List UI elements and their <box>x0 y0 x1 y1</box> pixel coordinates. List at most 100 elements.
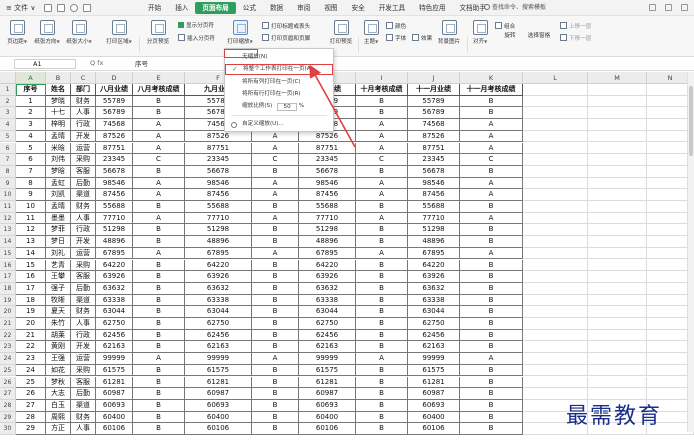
table-header-cell[interactable]: 姓名 <box>46 84 71 96</box>
table-cell[interactable]: B <box>356 165 408 178</box>
table-cell[interactable] <box>588 271 647 283</box>
tab-2[interactable]: 页面布局 <box>195 2 236 14</box>
table-cell[interactable]: 87751 <box>185 142 252 155</box>
table-cell[interactable]: B <box>356 259 408 272</box>
table-cell[interactable]: B <box>133 165 185 178</box>
table-cell[interactable]: B <box>460 224 523 237</box>
row-header[interactable]: 10 <box>0 189 16 201</box>
table-cell[interactable]: 29 <box>16 423 46 435</box>
print-titles-button[interactable]: 打印标题或表头 <box>262 22 310 32</box>
row-header[interactable]: 15 <box>0 247 16 260</box>
table-cell[interactable] <box>523 259 588 272</box>
table-cell[interactable]: 87526 <box>408 130 460 143</box>
table-cell[interactable]: B <box>133 411 185 424</box>
table-cell[interactable]: 人事 <box>71 107 96 120</box>
table-cell[interactable]: C <box>252 154 299 166</box>
table-cell[interactable]: A <box>356 353 408 365</box>
table-cell[interactable] <box>523 247 588 260</box>
table-cell[interactable]: B <box>133 294 185 307</box>
table-cell[interactable]: B <box>356 306 408 318</box>
redo-icon[interactable] <box>83 4 91 12</box>
table-cell[interactable]: 采购 <box>71 259 96 272</box>
table-cell[interactable]: B <box>133 306 185 318</box>
table-cell[interactable]: B <box>133 271 185 283</box>
table-cell[interactable] <box>523 364 588 377</box>
tab-1[interactable]: 插入 <box>168 2 195 14</box>
background-image-button[interactable]: 背景图片 <box>434 20 464 45</box>
table-cell[interactable]: B <box>133 423 185 435</box>
row-header[interactable]: 22 <box>0 329 16 342</box>
table-cell[interactable]: B <box>252 236 299 248</box>
table-cell[interactable]: A <box>356 177 408 190</box>
table-cell[interactable]: 3 <box>16 119 46 131</box>
table-cell[interactable] <box>523 376 588 389</box>
vertical-scrollbar[interactable] <box>687 72 694 432</box>
table-cell[interactable]: 王强 <box>46 353 71 365</box>
table-cell[interactable]: 98546 <box>299 177 356 190</box>
table-cell[interactable]: B <box>460 411 523 424</box>
table-cell[interactable]: 63926 <box>185 271 252 283</box>
column-header-J[interactable]: J <box>408 72 460 84</box>
table-cell[interactable]: 56678 <box>299 165 356 178</box>
table-cell[interactable]: B <box>356 411 408 424</box>
table-cell[interactable]: 15 <box>16 259 46 272</box>
column-header-K[interactable]: K <box>460 72 523 84</box>
table-cell[interactable]: 60987 <box>408 388 460 400</box>
table-cell[interactable]: 27 <box>16 399 46 412</box>
table-cell[interactable]: B <box>356 271 408 283</box>
table-cell[interactable]: 63044 <box>185 306 252 318</box>
table-header-cell[interactable]: 序号 <box>16 84 46 96</box>
scrollbar-thumb[interactable] <box>689 86 693 156</box>
table-cell[interactable] <box>523 119 588 131</box>
table-cell[interactable]: 87526 <box>299 130 356 143</box>
tab-6[interactable]: 视图 <box>317 2 344 14</box>
table-cell[interactable]: B <box>460 294 523 307</box>
table-cell[interactable]: 梦秋 <box>46 376 71 389</box>
column-header-C[interactable]: C <box>71 72 96 84</box>
table-cell[interactable]: 墨墨 <box>46 212 71 225</box>
table-cell[interactable]: 梓明 <box>46 119 71 131</box>
move-down-button[interactable]: 下移一层 <box>560 34 591 44</box>
more-icon[interactable] <box>681 4 688 11</box>
table-header-cell[interactable]: 八月考核成绩 <box>133 84 185 96</box>
table-cell[interactable]: A <box>133 247 185 260</box>
row-header[interactable]: 30 <box>0 423 16 435</box>
table-cell[interactable]: 8 <box>16 177 46 190</box>
table-cell[interactable]: 孟虹 <box>46 177 71 190</box>
table-cell[interactable]: B <box>252 423 299 435</box>
table-cell[interactable] <box>588 119 647 131</box>
row-header[interactable]: 8 <box>0 165 16 178</box>
table-cell[interactable]: 56678 <box>96 165 133 178</box>
table-cell[interactable]: 60693 <box>96 399 133 412</box>
table-cell[interactable]: A <box>356 189 408 201</box>
fit-rows-one-page-option[interactable]: 将所有行打印在一页(R) <box>225 89 333 100</box>
table-cell[interactable]: A <box>133 119 185 131</box>
table-cell[interactable]: B <box>460 329 523 342</box>
row-header[interactable]: 21 <box>0 318 16 330</box>
table-cell[interactable]: B <box>356 224 408 237</box>
row-header[interactable]: 2 <box>0 95 16 108</box>
formula-input[interactable]: 序号 <box>135 59 148 69</box>
table-cell[interactable]: A <box>460 119 523 131</box>
table-cell[interactable]: B <box>460 201 523 213</box>
table-cell[interactable]: 如花 <box>46 364 71 377</box>
table-cell[interactable] <box>588 189 647 201</box>
table-cell[interactable]: A <box>252 353 299 365</box>
table-cell[interactable]: 18 <box>16 294 46 307</box>
table-cell[interactable]: 孟晴 <box>46 130 71 143</box>
table-cell[interactable]: 4 <box>16 130 46 143</box>
table-cell[interactable]: B <box>252 282 299 295</box>
table-cell[interactable]: B <box>252 388 299 400</box>
table-cell[interactable]: 62456 <box>299 329 356 342</box>
table-cell[interactable]: 12 <box>16 224 46 237</box>
column-header-I[interactable]: I <box>356 72 408 84</box>
tab-3[interactable]: 公式 <box>236 2 263 14</box>
table-cell[interactable]: 5 <box>16 142 46 155</box>
table-cell[interactable]: 白玉 <box>46 399 71 412</box>
tab-9[interactable]: 特色应用 <box>412 2 452 14</box>
table-cell[interactable]: 77710 <box>408 212 460 225</box>
table-cell[interactable]: B <box>356 399 408 412</box>
table-cell[interactable]: 6 <box>16 154 46 166</box>
table-cell[interactable]: 63632 <box>96 282 133 295</box>
table-cell[interactable]: 60106 <box>408 423 460 435</box>
